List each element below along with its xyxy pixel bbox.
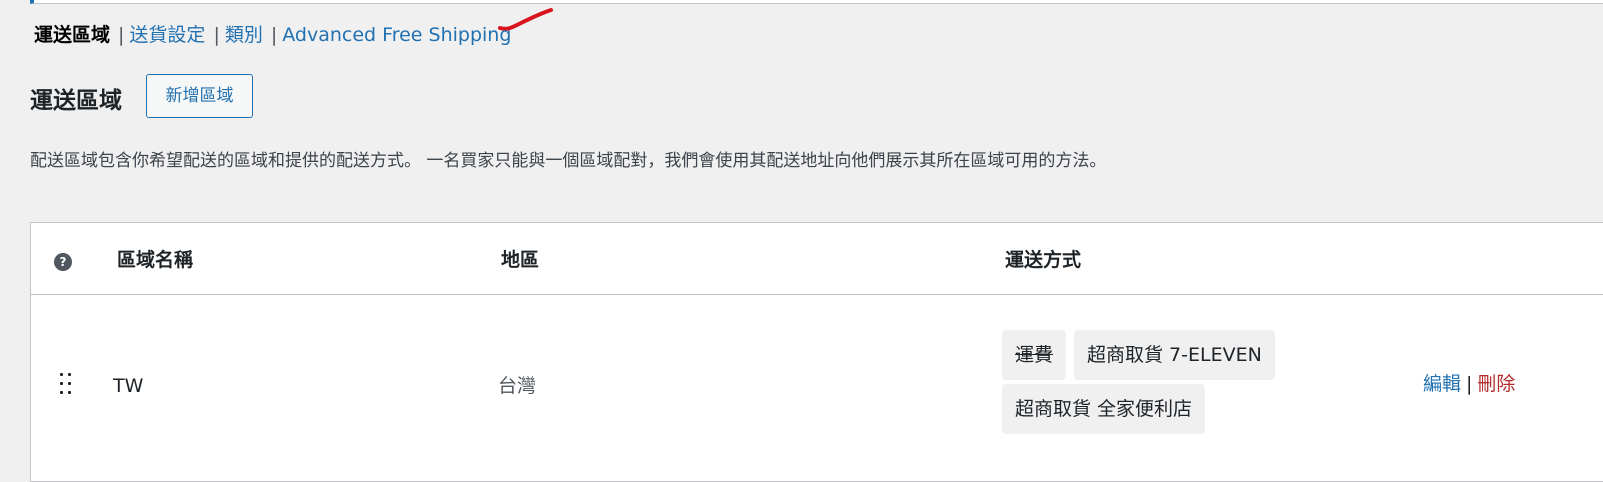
column-header-shipping-methods: 運送方式	[1005, 249, 1082, 271]
subnav-link-advanced-free-shipping[interactable]: Advanced Free Shipping	[282, 24, 511, 46]
subnav-current-shipping-zones: 運送區域	[34, 24, 111, 46]
shipping-method-badge: 超商取貨 7-ELEVEN	[1074, 330, 1275, 380]
zones-description: 配送區域包含你希望配送的區域和提供的配送方式。 一名買家只能與一個區域配對，我們…	[30, 151, 1107, 171]
page-title: 運送區域	[30, 88, 122, 114]
subnav-separator: |	[270, 24, 278, 46]
subnav-separator: |	[118, 24, 125, 46]
zone-name-link[interactable]: TW	[113, 373, 143, 399]
column-header-region: 地區	[501, 249, 540, 271]
table-header-row: ? 區域名稱 地區 運送方式	[31, 223, 1603, 295]
delete-zone-link[interactable]: 刪除	[1477, 373, 1515, 395]
add-shipping-zone-button[interactable]: 新增區域	[146, 74, 253, 118]
drag-handle-icon[interactable]	[58, 373, 74, 397]
zone-region-text: 台灣	[498, 375, 537, 397]
shipping-zones-table: ? 區域名稱 地區 運送方式 TW 台灣 運費 超商取貨 7-ELEVEN 超商…	[30, 222, 1603, 482]
subnav-link-shipping-options[interactable]: 送貨設定	[129, 24, 205, 46]
column-header-zone-name: 區域名稱	[117, 249, 194, 271]
row-actions: 編輯 | 刪除	[1423, 371, 1515, 397]
shipping-method-badge: 運費	[1002, 330, 1067, 380]
settings-subnav: 運送區域 | 送貨設定 | 類別 | Advanced Free Shipping	[34, 22, 511, 48]
top-notice-bar	[30, 0, 1603, 4]
help-icon[interactable]: ?	[54, 253, 72, 271]
shipping-method-badge: 超商取貨 全家便利店	[1002, 384, 1206, 434]
edit-zone-link[interactable]: 編輯	[1423, 373, 1461, 395]
subnav-link-shipping-classes[interactable]: 類別	[225, 24, 263, 46]
row-actions-separator: |	[1466, 373, 1473, 395]
subnav-separator: |	[213, 24, 220, 46]
